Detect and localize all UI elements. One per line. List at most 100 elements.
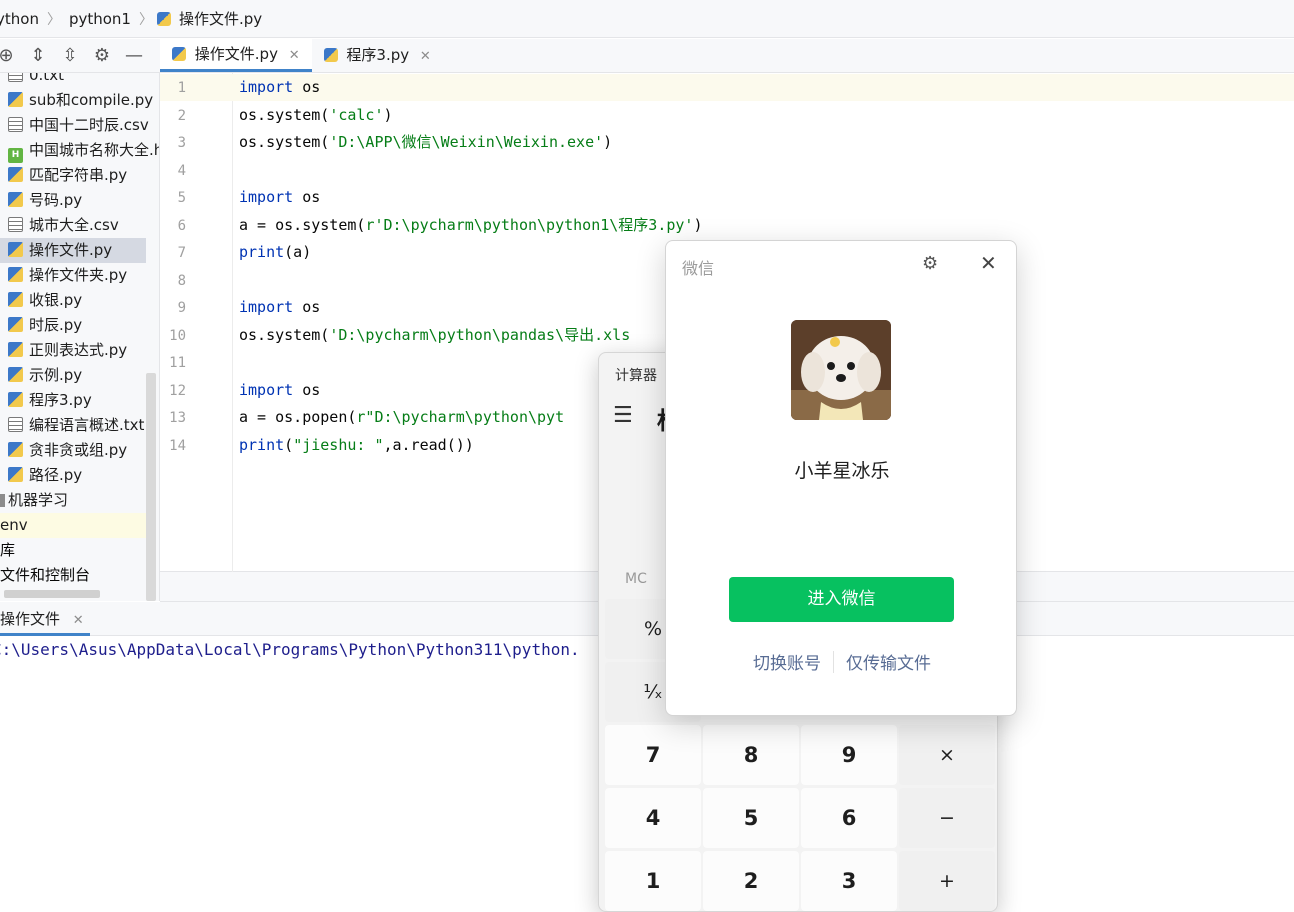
close-icon[interactable]: ✕: [289, 48, 300, 63]
close-icon[interactable]: ✕: [420, 49, 431, 64]
code-line[interactable]: 6 a = os.system(r'D:\pycharm\python\pytho…: [160, 212, 1294, 239]
tree-item-label: 中国十二时辰.csv: [29, 116, 149, 134]
tree-file-item[interactable]: 程序3.py: [0, 388, 146, 413]
html-file-icon: H: [8, 148, 23, 163]
breadcrumb-project[interactable]: ython: [0, 10, 43, 28]
keyword-token: print: [239, 243, 285, 261]
run-output-text: C:\Users\Asus\AppData\Local\Programs\Pyt…: [0, 640, 580, 659]
tree-item-label: 收银.py: [29, 291, 83, 309]
tree-venv[interactable]: env: [0, 513, 146, 538]
line-number: 11: [169, 355, 186, 371]
tree-external-libraries[interactable]: 库: [0, 538, 146, 563]
code-text: os.system('D:\pycharm\python\pandas\导出.x…: [239, 322, 630, 349]
code-line[interactable]: 3 os.system('D:\APP\微信\Weixin\Weixin.exe'…: [160, 129, 1294, 156]
breadcrumb-folder[interactable]: python1: [65, 10, 135, 28]
avatar: [791, 320, 891, 420]
close-icon[interactable]: ✕: [73, 613, 84, 628]
tree-file-item[interactable]: 中国十二时辰.csv: [0, 113, 149, 138]
calc-key[interactable]: ×: [899, 725, 995, 785]
tab-label: 操作文件.py: [194, 45, 278, 63]
wechat-login-dialog: 微信 ⚙ ✕ 小羊星冰乐 进入微信 切换账号 仅传输文件: [665, 240, 1017, 716]
tree-file-item[interactable]: 0.txt: [0, 73, 146, 88]
py-file-icon: [8, 467, 23, 482]
tab-operate-file[interactable]: 操作文件.py ✕: [160, 38, 312, 72]
breadcrumb-file[interactable]: 操作文件.py: [175, 8, 266, 29]
transfer-files-link[interactable]: 仅传输文件: [846, 654, 931, 674]
tree-item-label: 操作文件夹.py: [29, 266, 128, 284]
py-file-icon: [8, 242, 23, 257]
tree-file-item[interactable]: 操作文件.py: [0, 238, 146, 263]
calc-key[interactable]: 8: [703, 725, 799, 785]
line-number: 13: [169, 410, 186, 426]
tree-scrollbar[interactable]: [146, 373, 156, 601]
code-token: os.system(: [239, 105, 330, 124]
code-text: print(a): [239, 239, 311, 266]
tree-item-label: 路径.py: [29, 466, 83, 484]
tree-file-item[interactable]: 正则表达式.py: [0, 338, 146, 363]
enter-wechat-button[interactable]: 进入微信: [729, 577, 954, 622]
code-line[interactable]: 4: [160, 157, 1294, 184]
line-number: 6: [177, 217, 186, 234]
keyword-token: import: [239, 188, 294, 206]
minus-icon[interactable]: —: [118, 45, 150, 66]
calc-key[interactable]: 9: [801, 725, 897, 785]
run-tab[interactable]: 操作文件 ✕: [0, 602, 90, 636]
collapse-all-icon[interactable]: ⇳: [54, 45, 86, 66]
calc-key[interactable]: 7: [605, 725, 701, 785]
code-token: ): [693, 215, 703, 234]
close-icon[interactable]: ✕: [980, 251, 997, 275]
code-token: a = os.system(: [239, 215, 366, 234]
tree-item-label: 号码.py: [29, 191, 83, 209]
calc-key[interactable]: 4: [605, 788, 701, 848]
line-number: 4: [177, 162, 186, 179]
tree-file-item[interactable]: 收银.py: [0, 288, 146, 313]
tree-file-item[interactable]: 城市大全.csv: [0, 213, 146, 238]
tree-item-label: 示例.py: [29, 366, 83, 384]
tree-file-item[interactable]: 贪非贪或组.py: [0, 438, 146, 463]
tree-item-label: 贪非贪或组.py: [29, 441, 128, 459]
calc-key[interactable]: 3: [801, 851, 897, 911]
keyword-token: print: [239, 435, 285, 454]
calculator-title: 计算器: [615, 368, 657, 384]
code-token: os.system(: [239, 133, 330, 151]
tree-file-item[interactable]: 号码.py: [0, 188, 146, 213]
py-file-icon: [8, 192, 23, 207]
calc-key[interactable]: 5: [703, 788, 799, 848]
tree-item-label: 时辰.py: [29, 316, 83, 334]
keyword-token: import: [239, 380, 294, 399]
gear-icon[interactable]: ⚙: [922, 253, 938, 274]
project-tree: 0.txt sub和compile.py 中国十二时辰.csv H 中国城市名称大全.h…: [0, 73, 160, 601]
tree-file-item[interactable]: 示例.py: [0, 363, 146, 388]
tree-horizontal-scrollbar[interactable]: [4, 590, 100, 598]
tree-file-item[interactable]: 匹配字符串.py: [0, 163, 146, 188]
code-line[interactable]: 2 os.system('calc'): [160, 102, 1294, 129]
tree-file-item[interactable]: 操作文件夹.py: [0, 263, 146, 288]
code-text: import os: [239, 294, 320, 321]
calc-key[interactable]: 2: [703, 851, 799, 911]
line-number: 9: [177, 300, 186, 316]
code-line[interactable]: 5 import os: [160, 184, 1294, 211]
code-text: import os: [239, 74, 320, 101]
line-number: 10: [169, 327, 186, 344]
tree-file-item[interactable]: sub和compile.py: [0, 88, 153, 113]
code-token: ): [383, 105, 393, 124]
switch-account-link[interactable]: 切换账号: [753, 654, 821, 674]
hamburger-menu-icon[interactable]: ☰: [613, 403, 633, 428]
calc-key[interactable]: 1: [605, 851, 701, 911]
target-icon[interactable]: ⊕: [0, 45, 22, 66]
gear-icon[interactable]: ⚙: [86, 45, 118, 66]
calc-key[interactable]: 6: [801, 788, 897, 848]
expand-all-icon[interactable]: ⇕: [22, 45, 54, 66]
username: 小羊星冰乐: [794, 460, 890, 482]
memory-clear-button[interactable]: MC: [625, 571, 647, 587]
tab-program3[interactable]: 程序3.py ✕: [312, 38, 443, 72]
tree-file-item[interactable]: H 中国城市名称大全.h: [0, 138, 159, 163]
tree-file-item[interactable]: 路径.py: [0, 463, 146, 488]
calc-key[interactable]: +: [899, 851, 995, 911]
tree-file-item[interactable]: 时辰.py: [0, 313, 146, 338]
tree-file-item[interactable]: 编程语言概述.txt: [0, 413, 146, 438]
calc-key[interactable]: −: [899, 788, 995, 848]
tree-scratches[interactable]: 文件和控制台: [0, 563, 146, 588]
code-line[interactable]: 1 import os: [160, 74, 1294, 101]
tree-folder-ml[interactable]: 机器学习: [0, 488, 146, 513]
